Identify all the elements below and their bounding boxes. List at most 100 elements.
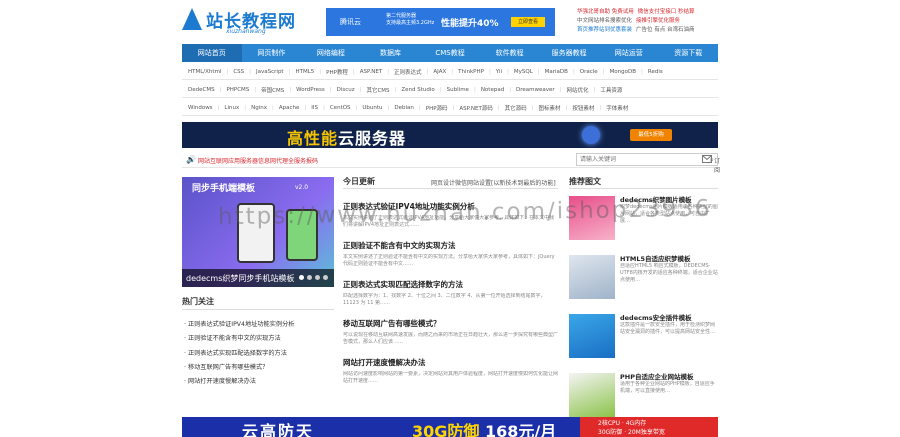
top-link[interactable]: 华强北哥自助 免费试用: [577, 8, 634, 17]
category-link[interactable]: 正则表达式: [394, 68, 422, 76]
category-link[interactable]: PHP源码: [426, 104, 448, 112]
category-link[interactable]: Oracle: [580, 69, 598, 75]
category-link[interactable]: 字体素材: [606, 104, 628, 112]
cloud-server-banner[interactable]: 高性能云服务器 最低5折购: [182, 122, 718, 148]
article-title[interactable]: 正则验证不能含有中文的实现方法: [343, 240, 558, 251]
recommended-item-title[interactable]: HTML5自适应织梦模板: [620, 253, 691, 263]
category-separator: |: [488, 68, 491, 75]
article-item[interactable]: 移动互联网广告有哪些模式？ 可以说现在移动互联网高速发展，而随之而来的市场正在日…: [343, 318, 558, 346]
article-title[interactable]: 网站打开速度慢解决办法: [343, 357, 558, 368]
category-link[interactable]: MySQL: [514, 69, 533, 75]
notice-text[interactable]: 网站互联网应用服务器信息网代理全服务报码: [198, 156, 318, 165]
top-link[interactable]: 微信支付宝接口 秒结算: [638, 8, 695, 17]
category-link[interactable]: MongoDB: [610, 69, 636, 75]
slider-dot[interactable]: [307, 275, 312, 280]
category-link[interactable]: CentOS: [330, 105, 351, 111]
recommended-item[interactable]: HTML5自适应织梦模板 自适应HTML5 响应式模板，DEDECMS-UTF8…: [569, 253, 718, 303]
category-separator: |: [426, 68, 429, 75]
slider-caption[interactable]: dedecms织梦同步手机站模板: [186, 273, 294, 284]
category-link[interactable]: 工具资源: [600, 86, 622, 94]
featured-slider[interactable]: 同步手机端模板 v2.0 dedecms织梦同步手机站模板: [182, 177, 334, 287]
category-link[interactable]: 其它CMS: [366, 86, 389, 94]
top-ad-banner[interactable]: 腾讯云 第二代服务器 支持最高主频3.2GHz 性能提升40% 立即查看: [326, 8, 555, 36]
category-link[interactable]: Yii: [496, 69, 502, 75]
recommended-item[interactable]: PHP自适应企业网站模板 适用于各种企业网站的PHP模板，自适应手机端，可以直接…: [569, 371, 718, 421]
hot-item[interactable]: · 正则表达式实现匹配选择数字的方法: [184, 347, 334, 361]
category-link[interactable]: 其它源码: [505, 104, 527, 112]
tab-latest[interactable]: 今日更新: [343, 176, 375, 187]
category-link[interactable]: CSS: [233, 69, 244, 75]
slider-dot[interactable]: [299, 275, 304, 280]
banner-button[interactable]: 最低5折购: [630, 129, 672, 141]
category-link[interactable]: 网站优化: [567, 86, 589, 94]
bottom-ad-banner[interactable]: 云高防天 30G防御 168元/月 2核CPU · 4G内存 30G防御 · 2…: [182, 417, 718, 437]
category-link[interactable]: 按钮素材: [572, 104, 594, 112]
category-link[interactable]: WordPress: [296, 87, 325, 93]
category-link[interactable]: Nginx: [251, 105, 267, 111]
category-link[interactable]: AJAX: [433, 69, 446, 75]
recommended-item-title[interactable]: PHP自适应企业网站模板: [620, 371, 693, 381]
top-link[interactable]: 广告位 有点 台湾石油商: [636, 26, 695, 35]
nav-item-software[interactable]: 软件教程: [480, 44, 540, 62]
site-logo[interactable]: 站长教程网 xiuzhanwang: [182, 8, 322, 36]
top-link[interactable]: 中文网站排名搜索优化: [577, 17, 632, 26]
category-link[interactable]: Dreamweaver: [516, 87, 555, 93]
category-link[interactable]: 帝国CMS: [261, 86, 284, 94]
category-link[interactable]: PHP教程: [326, 68, 348, 76]
ad-button[interactable]: 立即查看: [511, 17, 545, 27]
slider-dot[interactable]: [315, 275, 320, 280]
article-title[interactable]: 移动互联网广告有哪些模式？: [343, 318, 558, 329]
category-link[interactable]: PHPCMS: [226, 87, 249, 93]
category-link[interactable]: Notepad: [481, 87, 504, 93]
category-link[interactable]: IIS: [311, 105, 318, 111]
recommended-item[interactable]: dedecms安全插件模板 这款插件是一款安全插件，用于检测织梦网站安全漏洞的插…: [569, 312, 718, 362]
category-link[interactable]: HTML5: [295, 69, 314, 75]
category-link[interactable]: ASP.NET源码: [459, 104, 492, 112]
article-item[interactable]: 正则验证不能含有中文的实现方法 本文实例讲述了正则验证不能含有中文的实现方法。分…: [343, 240, 558, 268]
category-link[interactable]: ASP.NET: [360, 69, 382, 75]
nav-item-operation[interactable]: 网站运营: [599, 44, 659, 62]
nav-item-programming[interactable]: 网络编程: [301, 44, 361, 62]
hot-item[interactable]: · 网站打开速度慢解决办法: [184, 375, 334, 389]
category-link[interactable]: Debian: [394, 105, 414, 111]
search-box: ⌕: [576, 153, 718, 166]
category-link[interactable]: Discuz: [337, 87, 355, 93]
nav-item-server[interactable]: 服务器教程: [539, 44, 599, 62]
nav-item-web-design[interactable]: 网页制作: [242, 44, 302, 62]
recommended-thumb[interactable]: [569, 255, 615, 299]
category-link[interactable]: HTML/Xhtml: [188, 69, 221, 75]
category-link[interactable]: Zend Studio: [401, 87, 434, 93]
top-link[interactable]: 首页推荐站到优惠套装: [577, 26, 632, 35]
tab-secondary[interactable]: 网页设计微信网站设置[以新技术到最后的功能]: [431, 178, 556, 187]
category-link[interactable]: Ubuntu: [362, 105, 382, 111]
top-link[interactable]: 接推引擎优化服务: [636, 17, 680, 26]
nav-item-download[interactable]: 资源下载: [659, 44, 719, 62]
category-separator: |: [329, 86, 332, 93]
category-link[interactable]: 图标素材: [539, 104, 561, 112]
search-input[interactable]: [577, 154, 702, 165]
nav-item-cms[interactable]: CMS教程: [420, 44, 480, 62]
category-link[interactable]: JavaScript: [256, 69, 284, 75]
article-item[interactable]: 正则表达式实现匹配选择数字的方法 匹配选择数字为：1、找数字 2、十位之间 3、…: [343, 279, 558, 307]
article-item[interactable]: 网站打开速度慢解决办法 网站访问速度影响网站的第一要素，决定网站对其用户体验程度…: [343, 357, 558, 385]
category-link[interactable]: Linux: [224, 105, 239, 111]
category-link[interactable]: MariaDB: [545, 69, 568, 75]
nav-item-home[interactable]: 网站首页: [182, 44, 242, 62]
category-link[interactable]: ThinkPHP: [458, 69, 484, 75]
category-separator: |: [271, 104, 274, 111]
hot-item[interactable]: · 正则验证不能含有中文的实现方法: [184, 332, 334, 346]
category-link[interactable]: Windows: [188, 105, 213, 111]
category-link[interactable]: Sublime: [447, 87, 469, 93]
recommended-thumb[interactable]: [569, 373, 615, 417]
category-link[interactable]: DedeCMS: [188, 87, 215, 93]
search-icon[interactable]: ⌕: [710, 155, 714, 165]
category-link[interactable]: Apache: [279, 105, 300, 111]
hot-item[interactable]: · 正则表达式验证IPV4地址功能实例分析: [184, 318, 334, 332]
slider-dot[interactable]: [323, 275, 328, 280]
recommended-item-title[interactable]: dedecms安全插件模板: [620, 312, 692, 322]
nav-item-database[interactable]: 数据库: [361, 44, 421, 62]
hot-item[interactable]: · 移动互联网广告有哪些模式？: [184, 361, 334, 375]
article-title[interactable]: 正则表达式实现匹配选择数字的方法: [343, 279, 558, 290]
recommended-thumb[interactable]: [569, 314, 615, 358]
category-link[interactable]: Redis: [648, 69, 663, 75]
